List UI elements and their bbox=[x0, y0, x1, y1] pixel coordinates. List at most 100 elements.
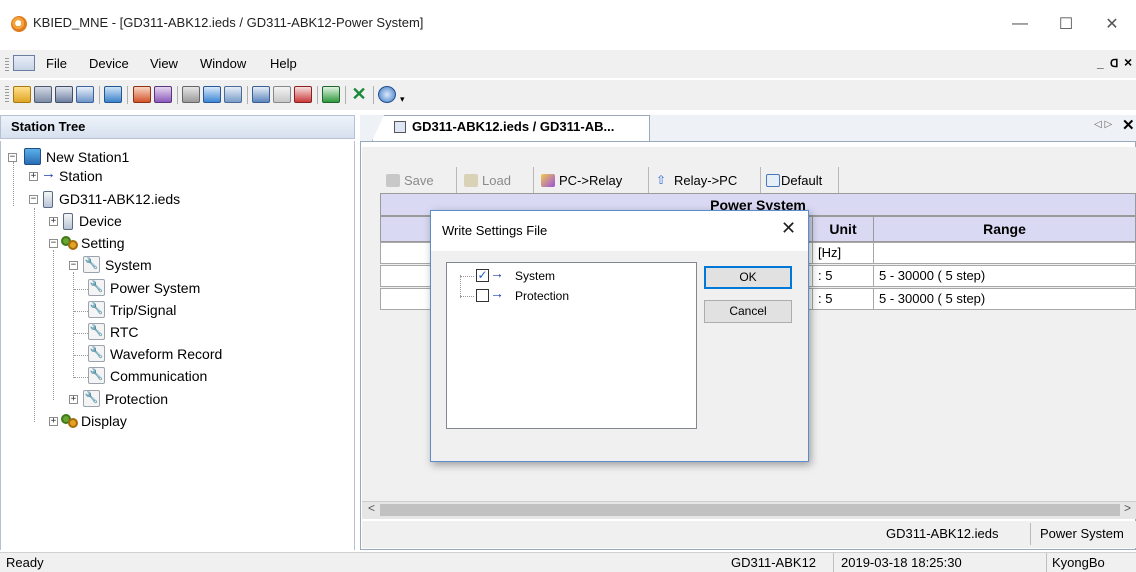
disconnect-icon[interactable] bbox=[294, 86, 312, 103]
menu-window[interactable]: Window bbox=[200, 56, 246, 71]
tree-node-label: Setting bbox=[81, 235, 125, 251]
grid-cell-unit: : 5 bbox=[812, 265, 874, 287]
status-separator bbox=[1046, 553, 1047, 572]
tree-line bbox=[74, 289, 88, 290]
dialog-title: Write Settings File bbox=[442, 223, 548, 238]
button-separator bbox=[533, 167, 534, 193]
grid-icon[interactable] bbox=[224, 86, 242, 103]
status-ready: Ready bbox=[6, 555, 44, 570]
arrow-icon: → bbox=[41, 165, 56, 182]
folder-icon bbox=[464, 173, 478, 187]
tree-icon[interactable] bbox=[104, 86, 122, 103]
doc-status-page: Power System bbox=[1040, 526, 1124, 541]
close-window-button[interactable]: ✕ bbox=[1089, 6, 1135, 42]
protection-item-label[interactable]: Protection bbox=[515, 289, 569, 303]
toolbar-grip-icon bbox=[5, 86, 9, 104]
window-title: KBIED_MNE - [GD311-ABK12.ieds / GD311-AB… bbox=[33, 15, 424, 30]
toolbar-separator bbox=[345, 86, 346, 104]
dialog-close-button[interactable]: ✕ bbox=[781, 218, 796, 239]
document-system-menu-icon[interactable] bbox=[13, 55, 35, 71]
toolbar-separator bbox=[99, 86, 100, 104]
expand-icon[interactable]: + bbox=[29, 172, 38, 181]
scroll-left-button[interactable]: < bbox=[368, 501, 375, 515]
wrench-icon: 🔧 bbox=[88, 301, 105, 318]
tree-node-label: Trip/Signal bbox=[110, 302, 177, 318]
wizard-icon[interactable] bbox=[182, 86, 200, 103]
connect-icon[interactable] bbox=[273, 86, 291, 103]
tree-node-label: Station bbox=[59, 168, 103, 184]
save-label: Save bbox=[404, 172, 434, 188]
station-icon bbox=[24, 148, 41, 165]
menu-help[interactable]: Help bbox=[270, 56, 297, 71]
grid-cell-range: 5 - 30000 ( 5 step) bbox=[873, 288, 1136, 310]
tree-node-label: Waveform Record bbox=[110, 346, 223, 362]
ok-button[interactable]: OK bbox=[704, 266, 792, 289]
status-separator bbox=[1030, 523, 1031, 545]
collapse-icon[interactable]: − bbox=[49, 239, 58, 248]
help-icon[interactable] bbox=[378, 86, 396, 103]
export-icon[interactable] bbox=[154, 86, 172, 103]
wrench-icon: 🔧 bbox=[88, 323, 105, 340]
relay-to-pc-button[interactable]: ⇧ Relay->PC bbox=[656, 168, 737, 192]
mdi-restore-button[interactable]: ᗡ bbox=[1110, 57, 1118, 70]
tree-node-label: Protection bbox=[105, 391, 169, 407]
open-icon[interactable] bbox=[13, 86, 31, 103]
save-button[interactable]: Save bbox=[386, 168, 434, 192]
collapse-icon[interactable]: − bbox=[29, 195, 38, 204]
grid-cell-unit: : 5 bbox=[812, 288, 874, 310]
toolbar-separator bbox=[127, 86, 128, 104]
overflow-icon[interactable]: ▾ bbox=[400, 86, 410, 104]
grid-cell-unit: [Hz] bbox=[812, 242, 874, 264]
tree-line bbox=[74, 377, 88, 378]
default-button[interactable]: Default bbox=[766, 168, 822, 192]
network-icon[interactable] bbox=[76, 86, 94, 103]
pc-to-relay-button[interactable]: PC->Relay bbox=[541, 168, 622, 192]
expand-icon[interactable]: + bbox=[49, 417, 58, 426]
upload-icon[interactable] bbox=[322, 86, 340, 103]
import-icon[interactable] bbox=[133, 86, 151, 103]
status-datetime: 2019-03-18 18:25:30 bbox=[841, 555, 962, 570]
up-arrow-icon: ⇧ bbox=[656, 172, 667, 187]
station-tree-header: Station Tree bbox=[0, 115, 355, 139]
load-button[interactable]: Load bbox=[464, 168, 511, 192]
maximize-button[interactable]: ☐ bbox=[1043, 6, 1089, 42]
menu-view[interactable]: View bbox=[150, 56, 178, 71]
close-tab-button[interactable]: ✕ bbox=[1122, 116, 1135, 134]
expand-icon[interactable]: + bbox=[49, 217, 58, 226]
tree-line bbox=[460, 296, 474, 297]
save-icon bbox=[386, 173, 400, 187]
tree-node-label: Power System bbox=[110, 280, 201, 296]
collapse-icon[interactable]: − bbox=[69, 261, 78, 270]
mdi-minimize-button[interactable]: _ bbox=[1097, 56, 1104, 70]
list-icon[interactable] bbox=[252, 86, 270, 103]
save-icon[interactable] bbox=[34, 86, 52, 103]
grid-cell-range: 5 - 30000 ( 5 step) bbox=[873, 265, 1136, 287]
tree-node-label: GD311-ABK12.ieds bbox=[59, 191, 181, 207]
settings-selection-tree bbox=[446, 262, 697, 429]
scrollbar-thumb[interactable] bbox=[380, 504, 1120, 516]
pc-to-relay-label: PC->Relay bbox=[559, 172, 623, 188]
monitor-icon[interactable] bbox=[203, 86, 221, 103]
system-item-label[interactable]: System bbox=[515, 269, 555, 283]
grid-cell-range bbox=[873, 242, 1136, 264]
transfer-icon bbox=[541, 173, 555, 187]
minimize-button[interactable]: — bbox=[997, 6, 1043, 42]
menu-device[interactable]: Device bbox=[89, 56, 129, 71]
tree-line bbox=[460, 275, 461, 298]
scroll-right-button[interactable]: > bbox=[1124, 501, 1131, 515]
save-all-icon[interactable] bbox=[55, 86, 73, 103]
tree-line bbox=[460, 276, 474, 277]
menu-grip-icon bbox=[5, 58, 9, 72]
exit-icon[interactable]: ✕ bbox=[350, 85, 368, 103]
cancel-button[interactable]: Cancel bbox=[704, 300, 792, 323]
status-device: GD311-ABK12 bbox=[731, 555, 817, 570]
menu-file[interactable]: File bbox=[46, 56, 67, 71]
tab-scroll-arrows-icon[interactable]: ◁ ▷ bbox=[1094, 119, 1112, 130]
wrench-icon: 🔧 bbox=[88, 345, 105, 362]
mdi-close-button[interactable]: × bbox=[1124, 54, 1132, 70]
collapse-icon[interactable]: − bbox=[8, 153, 17, 162]
system-checkbox[interactable]: ✓ bbox=[476, 269, 489, 282]
protection-checkbox[interactable] bbox=[476, 289, 489, 302]
button-separator bbox=[760, 167, 761, 193]
expand-icon[interactable]: + bbox=[69, 395, 78, 404]
